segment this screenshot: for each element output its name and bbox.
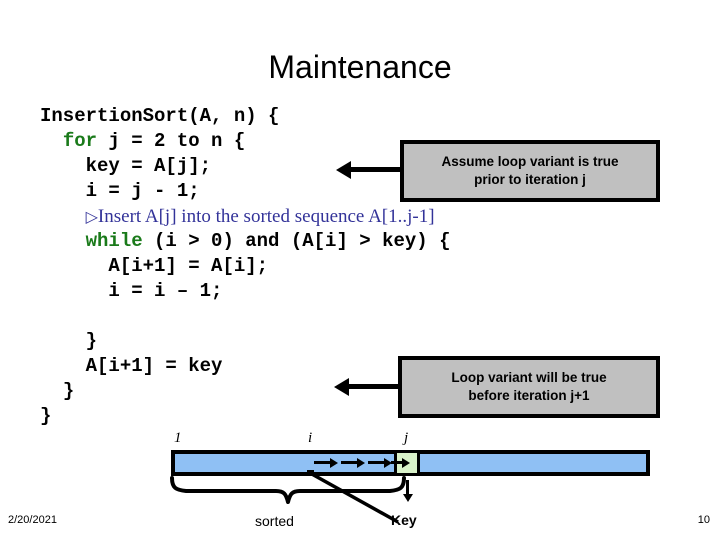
code-text: A[i+1] = A[i]; <box>108 255 269 277</box>
key-label: Key <box>391 512 417 528</box>
code-text: InsertionSort(A, n) { <box>40 105 280 127</box>
code-comment: Insert A[j] into the sorted sequence A[1… <box>97 206 435 227</box>
code-line: key = A[j]; <box>40 154 680 179</box>
code-text: i = i – 1; <box>108 280 223 302</box>
sorted-region-brace <box>170 476 406 504</box>
code-text: } <box>85 330 98 352</box>
code-line: } <box>40 404 680 429</box>
key-down-arrow-icon <box>402 480 413 502</box>
code-text: j = 2 to n { <box>97 130 246 152</box>
code-line: A[i+1] = key <box>40 354 680 379</box>
code-line: while (i > 0) and (A[i] > key) { <box>40 229 680 254</box>
code-text: A[i+1] = key <box>85 355 223 377</box>
page-title: Maintenance <box>268 49 452 85</box>
sorted-label: sorted <box>255 513 294 529</box>
comment-triangle-icon: ▷ <box>85 207 98 226</box>
code-text: key = A[j]; <box>85 155 212 177</box>
code-line: InsertionSort(A, n) { <box>40 104 680 129</box>
code-text: } <box>62 380 75 402</box>
code-line: ▷Insert A[j] into the sorted sequence A[… <box>40 204 680 229</box>
code-text: i = j - 1; <box>85 180 200 202</box>
code-keyword: while <box>85 230 143 252</box>
code-text: } <box>40 405 52 427</box>
code-line: i = j - 1; <box>40 179 680 204</box>
footer-date: 2/20/2021 <box>8 514 57 526</box>
footer-page-number: 10 <box>697 514 710 526</box>
code-line: i = i – 1; <box>40 279 680 304</box>
code-line: A[i+1] = A[i]; <box>40 254 680 279</box>
code-text: (i > 0) and (A[i] > key) { <box>142 230 451 252</box>
code-line: for j = 2 to n { <box>40 129 680 154</box>
code-keyword: for <box>62 130 98 152</box>
pseudocode-block: InsertionSort(A, n) { for j = 2 to n { k… <box>40 104 680 429</box>
code-line: } <box>40 329 680 354</box>
slide-canvas: Maintenance Assume loop variant is true … <box>0 0 720 540</box>
code-line: } <box>40 379 680 404</box>
